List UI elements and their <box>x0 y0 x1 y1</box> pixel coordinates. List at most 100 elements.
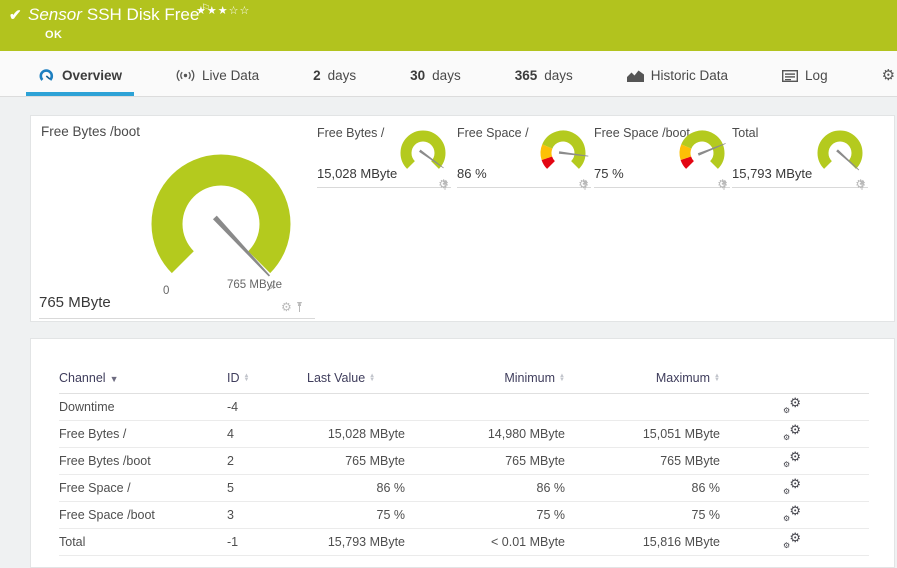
tab-2-days[interactable]: 2 days <box>301 51 368 96</box>
sensor-title-prefix: Sensor <box>28 5 82 24</box>
channel-settings-icon[interactable]: ⚙ ⚙ <box>783 449 801 469</box>
table-row-free-space-boot[interactable]: Free Space /boot 3 75 % 75 % 75 % ⚙ ⚙ <box>59 501 869 529</box>
tab-30-days[interactable]: 30 days <box>398 51 473 96</box>
channel-settings-icon[interactable]: ⚙ ⚙ <box>783 476 801 496</box>
overview-gauges-panel: Free Bytes /boot x 0 765 MByte 765 MByte… <box>30 115 895 322</box>
mini-tile-actions: ⚙ <box>438 178 449 190</box>
tab-live-data[interactable]: Live Data <box>164 51 271 96</box>
cell-channel[interactable]: Free Space / <box>59 474 227 502</box>
tab-overview[interactable]: Overview <box>26 51 135 96</box>
cell-id: 2 <box>227 447 307 475</box>
column-header-maximum[interactable]: Maximum ▲ ▼ <box>565 363 720 394</box>
channel-settings-icon[interactable]: ⚙ ⚙ <box>783 422 801 442</box>
cell-maximum: 15,051 MByte <box>565 420 720 448</box>
gear-icon: ⚙ <box>881 67 896 84</box>
tab-historic-data[interactable]: Historic Data <box>615 51 740 96</box>
cell-last-value: 15,028 MByte <box>307 420 405 448</box>
table-row-free-bytes-boot[interactable]: Free Bytes /boot 2 765 MByte 765 MByte 7… <box>59 447 869 475</box>
cell-last-value: 15,793 MByte <box>307 528 405 556</box>
cell-channel[interactable]: Free Space /boot <box>59 501 227 529</box>
mini-gauge <box>679 130 726 169</box>
table-row-total[interactable]: Total -1 15,793 MByte < 0.01 MByte 15,81… <box>59 528 869 556</box>
column-header-minimum[interactable]: Minimum ▲ ▼ <box>405 363 565 394</box>
cell-id: 3 <box>227 501 307 529</box>
mini-gauge-value: 15,793 MByte <box>732 166 813 181</box>
sort-icon: ▲ ▼ <box>559 373 565 384</box>
table-row-free-space-root[interactable]: Free Space / 5 86 % 86 % 86 % ⚙ ⚙ <box>59 474 869 502</box>
cell-last-value: 75 % <box>307 501 405 529</box>
cell-channel[interactable]: Total <box>59 528 227 556</box>
cell-channel[interactable]: Free Bytes / <box>59 420 227 448</box>
sort-icon: ▲ ▼ <box>369 373 376 384</box>
cell-last-value: 86 % <box>307 474 405 502</box>
cell-maximum: 75 % <box>565 501 720 529</box>
mini-gauge-tile-total[interactable]: Total 15,793 MByte ⚙ <box>732 124 868 190</box>
channels-table-panel: Channel ▼ ID ▲ ▼ Last Value ▲ ▼ Minimum ▲ ▼ Max… <box>30 338 895 568</box>
cell-maximum: 86 % <box>565 474 720 502</box>
mini-gauge-value: 15,028 MByte <box>317 166 398 181</box>
area-chart-icon <box>626 70 644 82</box>
cell-channel[interactable]: Free Bytes /boot <box>59 447 227 475</box>
mini-gauge-label: Total <box>732 126 759 140</box>
mini-gauge-tile-free-space-boot[interactable]: Free Space /boot 75 % ⚙ <box>594 124 730 190</box>
mini-gauge <box>817 130 863 171</box>
mini-gauge-value: 75 % <box>594 166 624 181</box>
tab-365-days[interactable]: 365 days <box>503 51 585 96</box>
tab-log[interactable]: Log <box>770 51 840 96</box>
mini-gauge-tile-free-space-root[interactable]: Free Space / 86 % ⚙ <box>457 124 591 190</box>
channel-settings-icon[interactable]: ⚙ ⚙ <box>783 503 801 523</box>
status-ok-check-icon: ✔ <box>9 7 22 24</box>
mini-gauge <box>540 130 589 169</box>
sensor-header: ✔ Sensor SSH Disk Free ⚐ ★★★☆☆ OK <box>0 0 897 51</box>
tab-bar: Overview Live Data 2 days 30 days 365 da… <box>0 51 897 97</box>
pin-icon[interactable] <box>295 301 304 313</box>
column-header-settings <box>720 363 869 394</box>
channel-settings-icon[interactable]: ⚙ ⚙ <box>783 530 801 550</box>
cell-minimum: 765 MByte <box>405 447 565 475</box>
cell-channel[interactable]: Downtime <box>59 393 227 421</box>
cell-id: -4 <box>227 393 307 421</box>
tile-gear-icon[interactable]: ⚙ <box>281 301 292 313</box>
priority-stars[interactable]: ★★★☆☆ <box>196 4 250 17</box>
tab-settings[interactable]: ⚙ Settings <box>870 51 897 96</box>
mini-gauge-label: Free Bytes / <box>317 126 385 140</box>
primary-gauge-scale-max: 765 MByte <box>227 279 282 291</box>
mini-gauge <box>400 130 446 169</box>
mini-gauge-tile-free-bytes-root[interactable]: Free Bytes / 15,028 MByte ⚙ <box>317 124 451 190</box>
primary-gauge-value: 765 MByte <box>39 294 111 311</box>
primary-gauge-scale-min: 0 <box>163 285 170 297</box>
tab-2-days-number: 2 <box>313 68 321 83</box>
column-header-channel[interactable]: Channel ▼ <box>59 363 227 394</box>
tab-365-days-label: days <box>544 68 573 83</box>
sort-icon: ▲ ▼ <box>714 373 720 384</box>
cell-maximum: 15,816 MByte <box>565 528 720 556</box>
cell-maximum: 765 MByte <box>565 447 720 475</box>
column-header-id[interactable]: ID ▲ ▼ <box>227 363 307 394</box>
cell-minimum <box>405 393 565 421</box>
table-row-downtime[interactable]: Downtime -4 ⚙ ⚙ <box>59 393 869 421</box>
pin-icon[interactable] <box>581 180 589 191</box>
primary-gauge: x <box>151 154 291 291</box>
channel-settings-icon[interactable]: ⚙ ⚙ <box>783 395 801 415</box>
tab-live-data-label: Live Data <box>202 68 260 83</box>
primary-tile-divider <box>39 318 315 319</box>
pin-icon[interactable] <box>720 180 728 191</box>
cell-id: -1 <box>227 528 307 556</box>
cell-id: 5 <box>227 474 307 502</box>
tab-30-days-label: days <box>432 68 461 83</box>
stars-empty: ☆☆ <box>228 5 251 17</box>
sensor-title-name: SSH Disk Free <box>86 5 200 24</box>
mini-tile-actions: ⚙ <box>717 178 728 190</box>
cell-maximum <box>565 393 720 421</box>
table-row-free-bytes-root[interactable]: Free Bytes / 4 15,028 MByte 14,980 MByte… <box>59 420 869 448</box>
pin-icon[interactable] <box>858 180 866 191</box>
tab-2-days-label: days <box>327 68 357 83</box>
stars-filled: ★★★ <box>196 5 229 17</box>
cell-minimum: 75 % <box>405 501 565 529</box>
primary-tile-actions: ⚙ <box>281 301 304 313</box>
mini-tile-actions: ⚙ <box>855 178 866 190</box>
mini-tile-actions: ⚙ <box>578 178 589 190</box>
column-header-last-value[interactable]: Last Value ▲ ▼ <box>307 363 405 394</box>
tab-overview-label: Overview <box>62 68 123 83</box>
pin-icon[interactable] <box>441 180 449 191</box>
